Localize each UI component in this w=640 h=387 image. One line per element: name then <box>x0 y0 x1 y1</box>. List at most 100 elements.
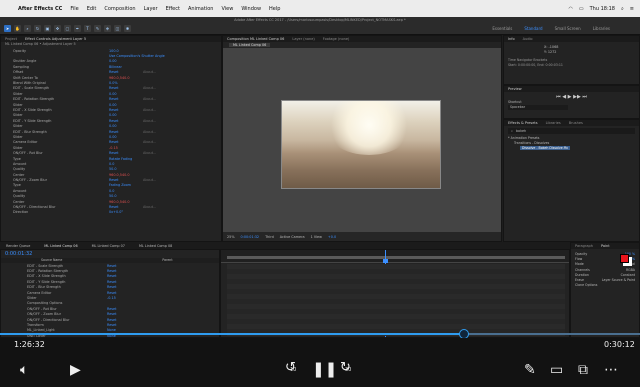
effect-row-value[interactable]: Reset <box>109 86 143 90</box>
timeline-row-value[interactable]: None <box>107 328 141 332</box>
current-time[interactable]: 0:00:01:32 <box>241 235 260 239</box>
effect-row-value[interactable]: 50.0 <box>109 194 143 198</box>
effects-search[interactable]: ⌕ bokeh <box>508 128 635 134</box>
pause-icon[interactable]: ❚❚ <box>312 360 337 378</box>
menu-help[interactable]: Help <box>269 6 280 12</box>
pip-icon[interactable]: ⧉ <box>578 362 588 378</box>
timeline-row-value[interactable]: Reset <box>107 285 141 289</box>
timeline-timecode[interactable]: 0:00:01:32 <box>5 251 32 257</box>
workspace-essentials[interactable]: Essentials <box>492 26 512 31</box>
effect-row-value[interactable]: Reset <box>109 119 143 123</box>
menu-layer[interactable]: Layer <box>144 6 158 12</box>
tab-comp-06[interactable]: ML Linked Comp 06 <box>44 244 77 248</box>
col-source-name[interactable]: Source Name <box>41 258 62 263</box>
timeline-row-value[interactable]: Reset <box>107 312 141 316</box>
timeline-row-value[interactable]: Reset <box>107 264 141 268</box>
next-frame-icon[interactable]: ▶▶ <box>573 94 581 100</box>
camera-tool-icon[interactable]: ▣ <box>44 25 51 32</box>
timeline-row-value[interactable]: Reset <box>107 318 141 322</box>
crop-icon[interactable]: ▭ <box>550 362 563 378</box>
workspace-small-screen[interactable]: Small Screen <box>555 26 581 31</box>
workspace-standard[interactable]: Standard <box>524 26 542 31</box>
tab-audio[interactable]: Audio <box>523 37 533 41</box>
effect-row-about[interactable]: About... <box>143 70 156 74</box>
tab-info[interactable]: Info <box>508 37 515 41</box>
pan-tool-icon[interactable]: ✥ <box>54 25 61 32</box>
play-preview-icon[interactable]: ▶ <box>568 94 572 100</box>
tab-effect-controls[interactable]: Effect Controls Adjustment Layer 5 <box>25 37 86 41</box>
tab-brushes[interactable]: Brushes <box>569 121 583 125</box>
tab-comp-08[interactable]: ML Linked Comp 08 <box>139 244 172 248</box>
effect-row-value[interactable]: Reset <box>109 97 143 101</box>
effect-row-value[interactable]: Reset <box>109 130 143 134</box>
battery-icon[interactable]: ▭ <box>579 6 584 12</box>
mask-tool-icon[interactable]: ▢ <box>64 25 71 32</box>
tab-footage[interactable]: Footage (none) <box>323 37 350 41</box>
tab-preview[interactable]: Preview <box>508 87 522 91</box>
tab-libraries[interactable]: Libraries <box>546 121 561 125</box>
effect-row-about[interactable]: About... <box>143 130 156 134</box>
effect-row[interactable]: Direction 0x+0.0° <box>13 210 221 215</box>
effect-row-value[interactable]: 0x+0.0° <box>109 210 143 214</box>
wifi-icon[interactable]: ◠ <box>568 6 572 12</box>
effect-row-value[interactable]: Use Composition's Shutter Angle <box>109 54 165 58</box>
effect-row-about[interactable]: About... <box>143 178 156 182</box>
tab-effects-presets[interactable]: Effects & Presets <box>508 121 538 125</box>
effect-row-value[interactable]: -0.15 <box>109 146 143 150</box>
col-parent[interactable]: Parent <box>162 258 172 263</box>
shortcut-dropdown[interactable]: Spacebar <box>508 105 568 110</box>
viewer-canvas[interactable] <box>223 48 501 232</box>
tab-paint[interactable]: Paint <box>601 244 610 248</box>
tab-paragraph[interactable]: Paragraph <box>575 244 593 248</box>
effect-row-value[interactable]: 50.0 <box>109 167 143 171</box>
hand-tool-icon[interactable]: ✋ <box>14 25 21 32</box>
effect-row-value[interactable]: Rotate Fading <box>109 157 143 161</box>
effect-row-value[interactable]: Reset <box>109 108 143 112</box>
effect-row-about[interactable]: About... <box>143 140 156 144</box>
menu-composition[interactable]: Composition <box>104 6 135 12</box>
rotate-tool-icon[interactable]: ↻ <box>34 25 41 32</box>
timeline-row-value[interactable]: Reset <box>107 274 141 278</box>
effect-row-value[interactable]: 0.00 <box>109 59 143 63</box>
last-frame-icon[interactable]: ⏭ <box>582 94 587 100</box>
menu-list-icon[interactable]: ≡ <box>630 6 634 12</box>
timeline-row-value[interactable]: Reset <box>107 269 141 273</box>
menu-effect[interactable]: Effect <box>166 6 180 12</box>
erase-dropdown[interactable]: Layer Source & Paint <box>602 278 635 283</box>
tab-comp-07[interactable]: ML Linked Comp 07 <box>92 244 125 248</box>
selection-tool-icon[interactable]: ➤ <box>4 25 11 32</box>
resolution-dropdown[interactable]: Third <box>265 235 274 239</box>
tab-render-queue[interactable]: Render Queue <box>6 244 30 248</box>
menu-animation[interactable]: Animation <box>188 6 214 12</box>
effect-row-value[interactable]: 0.00 <box>109 113 143 117</box>
effect-row-about[interactable]: About... <box>143 119 156 123</box>
preset-item-selected[interactable]: Dissolve - Bokeh Dissolve.ffx <box>520 146 570 150</box>
effect-row-about[interactable]: About... <box>143 97 156 101</box>
menu-app-name[interactable]: After Effects CC <box>18 6 62 12</box>
stamp-tool-icon[interactable]: ⎈ <box>104 25 111 32</box>
playhead-handle[interactable] <box>383 259 388 263</box>
tab-layer[interactable]: Layer (none) <box>292 37 314 41</box>
menu-edit[interactable]: Edit <box>87 6 97 12</box>
effect-row-value[interactable]: 960.0,540.0 <box>109 200 143 204</box>
effect-row-about[interactable]: About... <box>143 151 156 155</box>
camera-dropdown[interactable]: Active Camera <box>280 235 305 239</box>
effect-row-value[interactable]: 0.00 <box>109 103 143 107</box>
text-tool-icon[interactable]: T <box>84 25 91 32</box>
effect-row-about[interactable]: About... <box>143 205 156 209</box>
zoom-dropdown[interactable]: 25% <box>227 235 235 239</box>
effect-row-value[interactable]: 0.0% <box>109 81 143 85</box>
prev-frame-icon[interactable]: ◀ <box>562 94 566 100</box>
effect-row-value[interactable]: 960.0,540.0 <box>109 173 143 177</box>
effect-row-value[interactable]: Reset <box>109 205 143 209</box>
timeline-row-value[interactable]: Reset <box>107 323 141 327</box>
foreground-color-swatch[interactable] <box>620 254 629 263</box>
search-icon[interactable]: ⌕ <box>621 6 624 12</box>
zoom-tool-icon[interactable]: ⌕ <box>24 25 31 32</box>
play-icon[interactable]: ▶ <box>70 362 81 378</box>
effect-row-about[interactable]: About... <box>143 108 156 112</box>
menu-file[interactable]: File <box>70 6 78 12</box>
effects-search-input[interactable]: bokeh <box>516 128 526 134</box>
effect-row-about[interactable]: About... <box>143 86 156 90</box>
effect-row-value[interactable]: Fading Zoom <box>109 183 143 187</box>
